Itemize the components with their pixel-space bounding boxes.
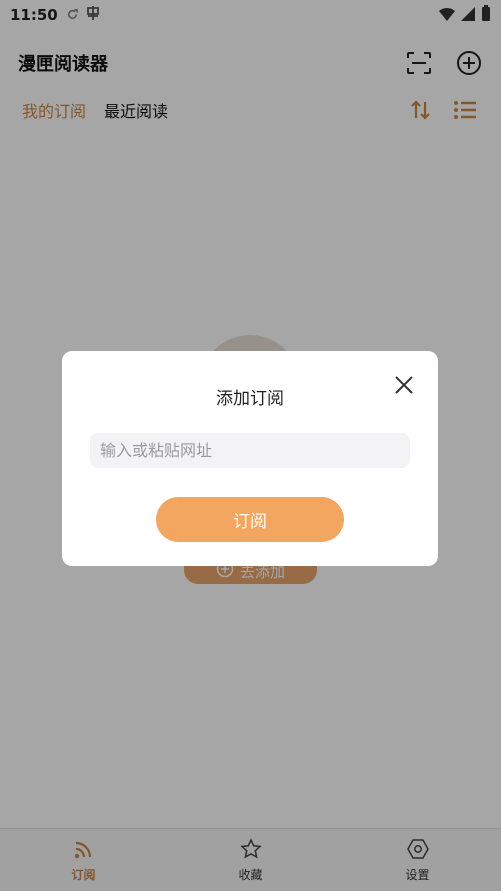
- dialog-title: 添加订阅: [216, 389, 284, 409]
- add-subscription-dialog: 添加订阅 订阅: [62, 351, 438, 566]
- url-input[interactable]: [90, 433, 410, 468]
- subscribe-button[interactable]: 订阅: [156, 497, 344, 542]
- close-icon[interactable]: [392, 373, 416, 397]
